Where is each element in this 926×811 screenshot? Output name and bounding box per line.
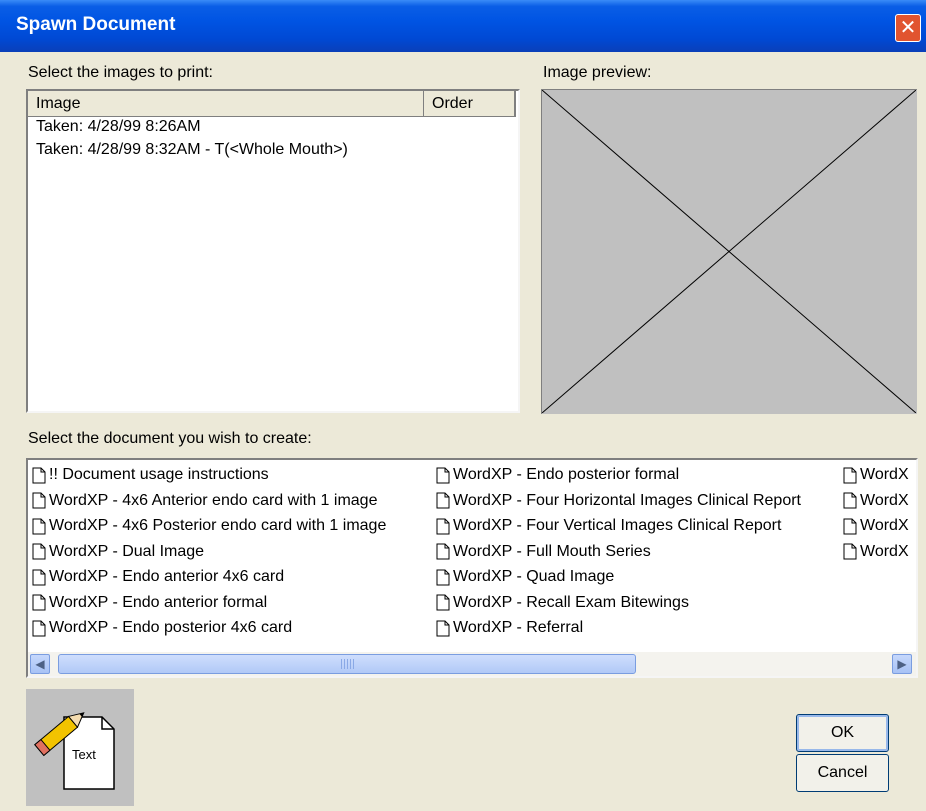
document-item-label: WordXP - Quad Image [453,568,615,585]
document-icon [32,492,46,509]
column-header-image[interactable]: Image [28,91,424,117]
window-title: Spawn Document [16,14,176,35]
document-item[interactable]: WordXP - Endo posterior 4x6 card [32,615,292,641]
close-icon: ✕ [899,17,917,39]
document-item-label: WordX [860,491,909,509]
cancel-button[interactable]: Cancel [796,754,889,792]
document-item[interactable]: WordXP - Endo anterior 4x6 card [32,564,284,590]
document-item-label: !! Document usage instructions [49,466,269,483]
images-list[interactable]: Image Order Taken: 4/28/99 8:26AM Taken:… [26,89,520,413]
document-icon [843,492,857,509]
document-icon [436,620,450,636]
document-icon [843,518,857,534]
column-header-order-label: Order [432,95,473,112]
document-item[interactable]: WordX [843,488,909,514]
document-item[interactable]: WordX [843,513,909,539]
document-icon [32,620,46,636]
document-item-label: WordXP - Endo posterior formal [453,466,680,483]
documents-list[interactable]: !! Document usage instructions WordXP - 4… [26,458,918,678]
document-item-label: WordXP - 4x6 Posterior endo card with 1 … [49,517,387,534]
image-row-1[interactable]: Taken: 4/28/99 8:26AM [36,118,201,136]
document-item[interactable]: WordXP - Endo anterior formal [32,590,267,616]
scroll-left-icon: ◀ [35,657,45,671]
document-item-label: WordXP - Endo posterior 4x6 card [49,619,293,636]
document-icon [843,543,857,560]
document-type-caption: Text [72,747,96,762]
close-button[interactable]: ✕ [895,14,921,42]
document-item-label: WordXP - Recall Exam Bitewings [453,593,689,611]
scroll-left-button[interactable]: ◀ [30,654,50,674]
document-icon [32,594,46,611]
column-header-image-label: Image [36,95,81,112]
document-item-label: WordXP - Dual Image [49,542,205,560]
document-icon [436,594,450,611]
document-item-label: WordXP - Four Vertical Images Clinical R… [453,517,782,534]
scroll-right-button[interactable]: ▶ [892,654,912,674]
document-item[interactable]: WordXP - 4x6 Posterior endo card with 1 … [32,513,386,539]
document-item-label: WordXP - Referral [453,619,584,636]
document-item-label: WordXP - 4x6 Anterior endo card with 1 i… [49,491,378,509]
document-item-label: WordXP - Full Mouth Series [453,542,651,560]
document-icon [436,569,450,585]
scroll-right-icon: ▶ [897,657,907,671]
document-item[interactable]: WordXP - Quad Image [436,564,614,590]
document-item[interactable]: WordXP - Dual Image [32,539,204,565]
document-icon [436,518,450,534]
document-item[interactable]: WordXP - Recall Exam Bitewings [436,590,689,616]
document-item-label: WordX [860,466,909,483]
document-item[interactable]: WordXP - Four Horizontal Images Clinical… [436,488,801,514]
document-item-label: WordXP - Endo anterior 4x6 card [49,568,285,585]
documents-label: Select the document you wish to create: [28,430,312,447]
document-item[interactable]: WordXP - 4x6 Anterior endo card with 1 i… [32,488,377,514]
document-icon [436,492,450,509]
ok-button[interactable]: OK [796,714,889,752]
horizontal-scrollbar[interactable]: ◀ ▶ [28,652,916,676]
scroll-grip-icon [341,659,355,669]
title-bar[interactable]: Spawn Document ✕ [0,0,926,52]
document-icon [32,569,46,585]
document-item[interactable]: WordXP - Four Vertical Images Clinical R… [436,513,781,539]
image-preview [541,89,917,414]
document-item[interactable]: WordXP - Endo posterior formal [436,462,679,488]
document-icon [843,467,857,483]
scroll-thumb[interactable] [58,654,636,674]
document-icon [436,543,450,560]
document-icon [32,543,46,560]
images-label: Select the images to print: [28,64,213,81]
column-header-order[interactable]: Order [424,91,516,117]
document-type-icon-box: Text [26,689,134,806]
document-item[interactable]: !! Document usage instructions [32,462,269,488]
document-item[interactable]: WordXP - Referral [436,615,583,641]
empty-preview-cross [542,90,916,413]
document-icon [32,518,46,534]
document-item[interactable]: WordXP - Full Mouth Series [436,539,651,565]
preview-label: Image preview: [543,64,652,81]
document-item-label: WordXP - Endo anterior formal [49,593,268,611]
document-item-label: WordXP - Four Horizontal Images Clinical… [453,491,801,509]
image-row-2[interactable]: Taken: 4/28/99 8:32AM - T(<Whole Mouth>) [36,141,348,159]
document-icon [436,467,450,483]
document-item-label: WordX [860,517,909,534]
document-item-label: WordX [860,542,909,560]
document-item[interactable]: WordX [843,539,909,565]
document-item[interactable]: WordX [843,462,909,488]
document-icon [32,467,46,483]
